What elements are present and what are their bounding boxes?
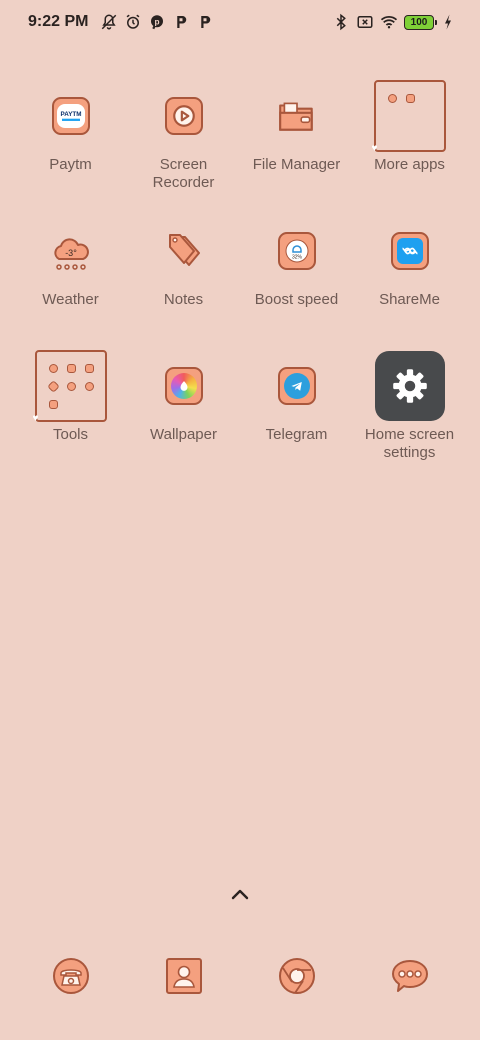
dock [0, 952, 480, 1000]
app-screen-recorder[interactable]: Screen Recorder [127, 78, 240, 213]
dock-browser[interactable] [240, 952, 353, 1000]
weather-icon: -3° [53, 238, 89, 270]
folder-icon: ♥ [371, 80, 446, 154]
heart-icon: ♥ [32, 413, 39, 424]
folder-tools[interactable]: ♥ Tools [14, 348, 127, 483]
svg-text:p: p [155, 17, 160, 26]
boost-speed-icon: 32% [277, 232, 316, 270]
notes-icon [168, 234, 200, 266]
p-app-icon: p [148, 13, 166, 31]
phone-icon [52, 958, 89, 994]
status-bar: 9:22 PM p 100 [0, 0, 480, 44]
weather-temp: -3° [65, 248, 77, 258]
no-sim-icon [356, 13, 374, 31]
app-grid: PAYTM Paytm Screen Recorder File Manager… [0, 78, 480, 483]
dock-phone[interactable] [14, 952, 127, 1000]
messages-icon [391, 960, 428, 992]
app-label: Boost speed [254, 291, 339, 308]
app-boost-speed[interactable]: 32% Boost speed [240, 213, 353, 348]
svg-text:PAYTM: PAYTM [60, 111, 81, 118]
app-notes[interactable]: Notes [127, 213, 240, 348]
app-weather[interactable]: -3° Weather [14, 213, 127, 348]
contacts-icon [165, 958, 202, 994]
app-label: ShareMe [379, 291, 440, 308]
app-label: Wallpaper [150, 426, 217, 443]
settings-icon [374, 351, 445, 421]
app-paytm[interactable]: PAYTM Paytm [14, 78, 127, 213]
shareme-icon [390, 232, 429, 270]
folder-more-apps[interactable]: ♥ More apps [353, 78, 466, 213]
p-app-icon [196, 13, 214, 31]
app-home-screen-settings[interactable]: Home screen settings [353, 348, 466, 483]
app-label: Home screen settings [364, 426, 455, 461]
screen-recorder-icon [164, 97, 203, 135]
notifications-off-icon [100, 13, 118, 31]
wallpaper-icon [164, 367, 203, 405]
heart-icon: ♥ [371, 143, 378, 154]
app-shareme[interactable]: ShareMe [353, 213, 466, 348]
app-label: Telegram [265, 426, 328, 443]
p-app-icon [172, 13, 190, 31]
file-manager-icon [278, 102, 313, 131]
charging-icon [442, 13, 454, 31]
clock: 9:22 PM [28, 13, 89, 30]
battery-icon: 100 [404, 14, 437, 30]
app-label: More apps [374, 156, 445, 173]
telegram-icon [277, 367, 316, 405]
app-label: Tools [52, 426, 89, 443]
app-wallpaper[interactable]: Wallpaper [127, 348, 240, 483]
wifi-icon [380, 13, 398, 31]
dock-messages[interactable] [353, 952, 466, 1000]
chevron-up-icon[interactable] [228, 886, 252, 902]
app-label: Notes [163, 291, 204, 308]
app-telegram[interactable]: Telegram [240, 348, 353, 483]
alarm-icon [124, 13, 142, 31]
app-label: Weather [42, 291, 99, 308]
dock-contacts[interactable] [127, 952, 240, 1000]
app-label: Paytm [49, 156, 92, 173]
folder-icon: ♥ [32, 350, 107, 424]
app-file-manager[interactable]: File Manager [240, 78, 353, 213]
boost-percent: 32% [291, 255, 302, 261]
bluetooth-icon [332, 13, 350, 31]
paytm-icon: PAYTM [51, 97, 90, 135]
app-label: File Manager [252, 156, 341, 173]
app-label: Screen Recorder [152, 156, 215, 191]
browser-icon [278, 958, 315, 994]
